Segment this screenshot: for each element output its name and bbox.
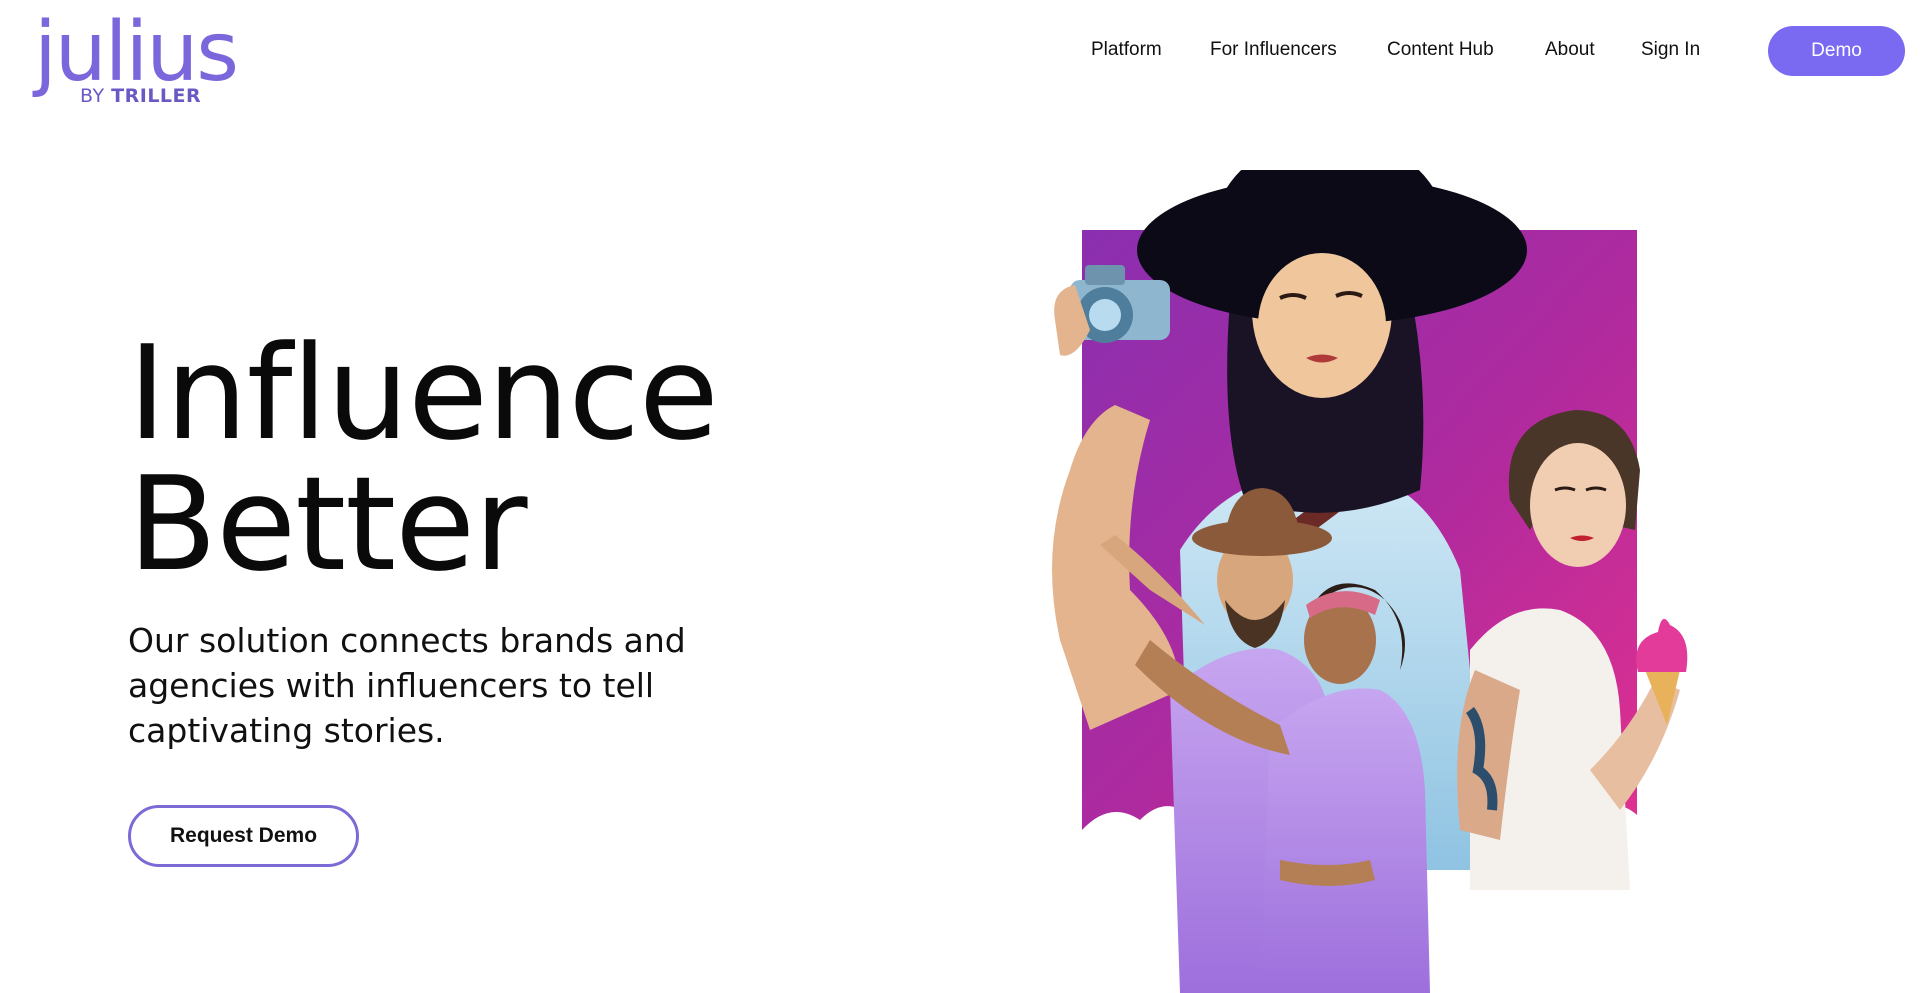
hero-subtitle-line-3: captivating stories. xyxy=(128,711,445,750)
hero-title-line-2: Better xyxy=(128,448,528,600)
influencers-collage-image xyxy=(1052,170,1688,993)
request-demo-button[interactable]: Request Demo xyxy=(128,805,359,867)
ice-cream-scoop xyxy=(1636,618,1688,672)
julius-logo[interactable]: julius BY TRILLER xyxy=(34,12,244,113)
main-nav: Platform For Influencers Content Hub Abo… xyxy=(0,38,1920,62)
nav-platform[interactable]: Platform xyxy=(1091,38,1162,62)
page: julius BY TRILLER Platform For Influence… xyxy=(0,0,1920,993)
logo-tagline: BY TRILLER xyxy=(80,87,201,106)
front-woman-body xyxy=(1260,688,1430,993)
nav-about[interactable]: About xyxy=(1545,38,1595,62)
hero-subtitle-line-2: agencies with influencers to tell xyxy=(128,666,655,705)
nav-content-hub[interactable]: Content Hub xyxy=(1387,38,1494,62)
hero-subtitle: Our solution connects brands and agencie… xyxy=(128,618,728,753)
nav-sign-in[interactable]: Sign In xyxy=(1641,38,1700,62)
nav-for-influencers[interactable]: For Influencers xyxy=(1210,38,1337,62)
hero-title-line-1: Influence xyxy=(128,317,719,469)
logo-by: BY xyxy=(80,85,105,107)
hero-title: Influence Better xyxy=(128,317,719,600)
woman-hat-crown xyxy=(1210,170,1450,230)
right-woman-face xyxy=(1530,443,1626,567)
logo-brand: TRILLER xyxy=(111,85,202,107)
hero-subtitle-line-1: Our solution connects brands and xyxy=(128,621,686,660)
demo-button[interactable]: Demo xyxy=(1768,26,1905,76)
